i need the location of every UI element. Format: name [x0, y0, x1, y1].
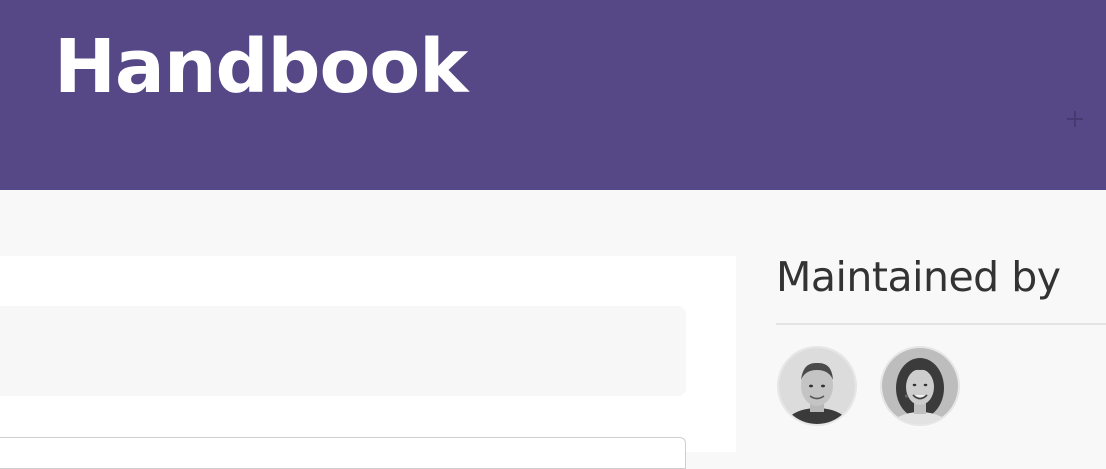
sidebar-divider: [776, 323, 1106, 325]
maintainer-avatar-1[interactable]: [777, 346, 857, 426]
page-header: Handbook: [0, 0, 1106, 190]
maintained-by-heading: Maintained by: [776, 253, 1061, 301]
content-box: [0, 437, 686, 469]
plus-icon[interactable]: [1065, 109, 1085, 129]
page-title: Handbook: [54, 24, 468, 110]
maintainer-avatar-2[interactable]: [880, 346, 960, 426]
search-panel[interactable]: [0, 306, 686, 396]
